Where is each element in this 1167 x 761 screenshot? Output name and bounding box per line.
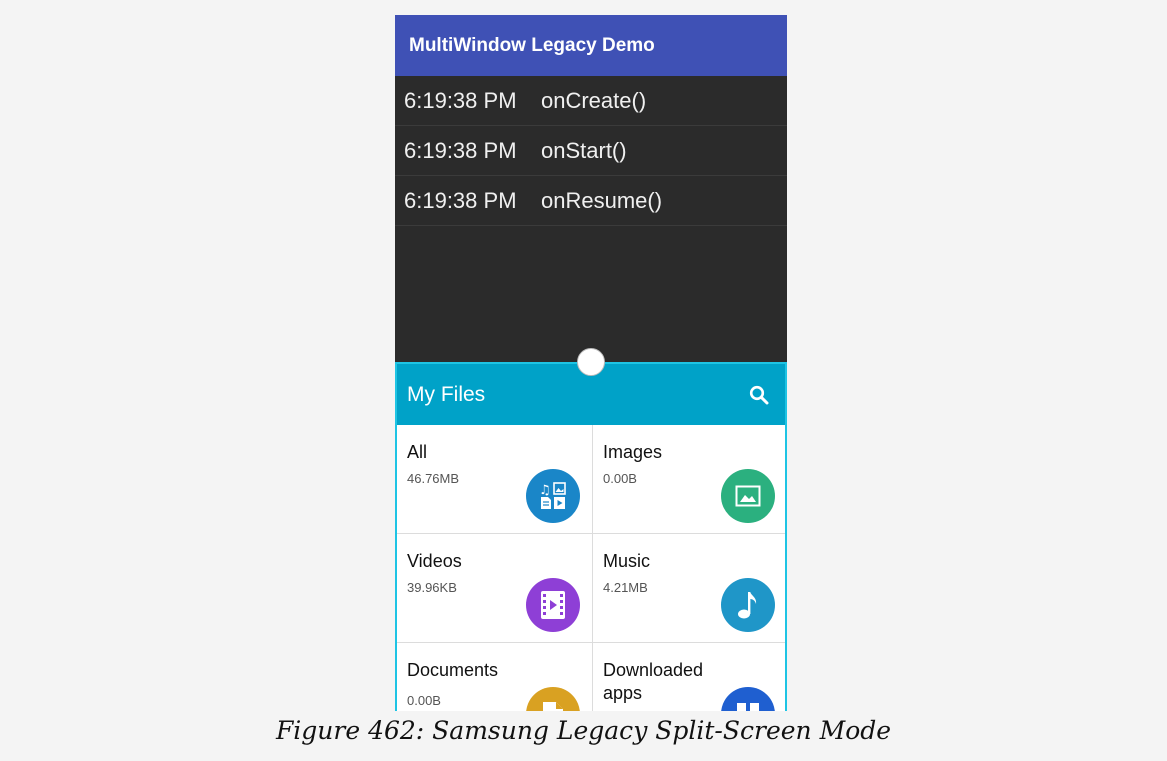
category-size: 0.00B [407,693,441,708]
category-tile-all[interactable]: All 46.76MB ♫ [397,425,593,534]
log-event: onResume() [541,187,663,213]
all-files-icon: ♫ [526,469,580,523]
category-tile-documents[interactable]: Documents 0.00B [397,643,593,711]
apps-icon [721,687,775,711]
log-time: 6:19:38 PM [404,87,517,113]
category-tile-videos[interactable]: Videos 39.96KB [397,534,593,643]
log-time: 6:19:38 PM [404,187,517,213]
category-grid: All 46.76MB ♫ Images 0.00B Videos 39.96K… [397,425,785,711]
search-icon[interactable] [747,383,771,407]
log-event: onCreate() [541,87,647,113]
video-icon [526,578,580,632]
app-bar: MultiWindow Legacy Demo [395,15,787,76]
lifecycle-log: 6:19:38 PM onCreate() 6:19:38 PM onStart… [395,76,787,226]
category-tile-downloaded-apps[interactable]: Downloaded apps [593,643,785,711]
log-row: 6:19:38 PM onResume() [395,176,787,226]
category-size: 39.96KB [407,580,457,595]
svg-text:♫: ♫ [539,483,551,498]
category-size: 0.00B [603,471,637,486]
device-screen: MultiWindow Legacy Demo 6:19:38 PM onCre… [395,15,787,711]
category-name: Downloaded apps [603,660,704,703]
log-time: 6:19:38 PM [404,137,517,163]
category-tile-images[interactable]: Images 0.00B [593,425,785,534]
app-title: MultiWindow Legacy Demo [409,34,655,56]
log-row: 6:19:38 PM onCreate() [395,76,787,126]
document-icon [526,687,580,711]
category-size: 46.76MB [407,471,460,486]
my-files-window: My Files All 46.76MB ♫ Images 0.00B Vide… [395,362,787,711]
figure-caption: Figure 462: Samsung Legacy Split-Screen … [275,716,892,745]
log-event: onStart() [541,137,627,163]
log-row: 6:19:38 PM onStart() [395,126,787,176]
category-name: All [407,442,428,462]
category-name: Documents [407,660,499,680]
category-size: 4.21MB [603,580,648,595]
image-icon [721,469,775,523]
category-name: Music [603,551,651,571]
music-note-icon [721,578,775,632]
category-name: Videos [407,551,462,571]
category-tile-music[interactable]: Music 4.21MB [593,534,785,643]
split-screen-divider-handle[interactable] [577,348,605,376]
category-name: Images [603,442,663,462]
my-files-title: My Files [407,382,486,406]
